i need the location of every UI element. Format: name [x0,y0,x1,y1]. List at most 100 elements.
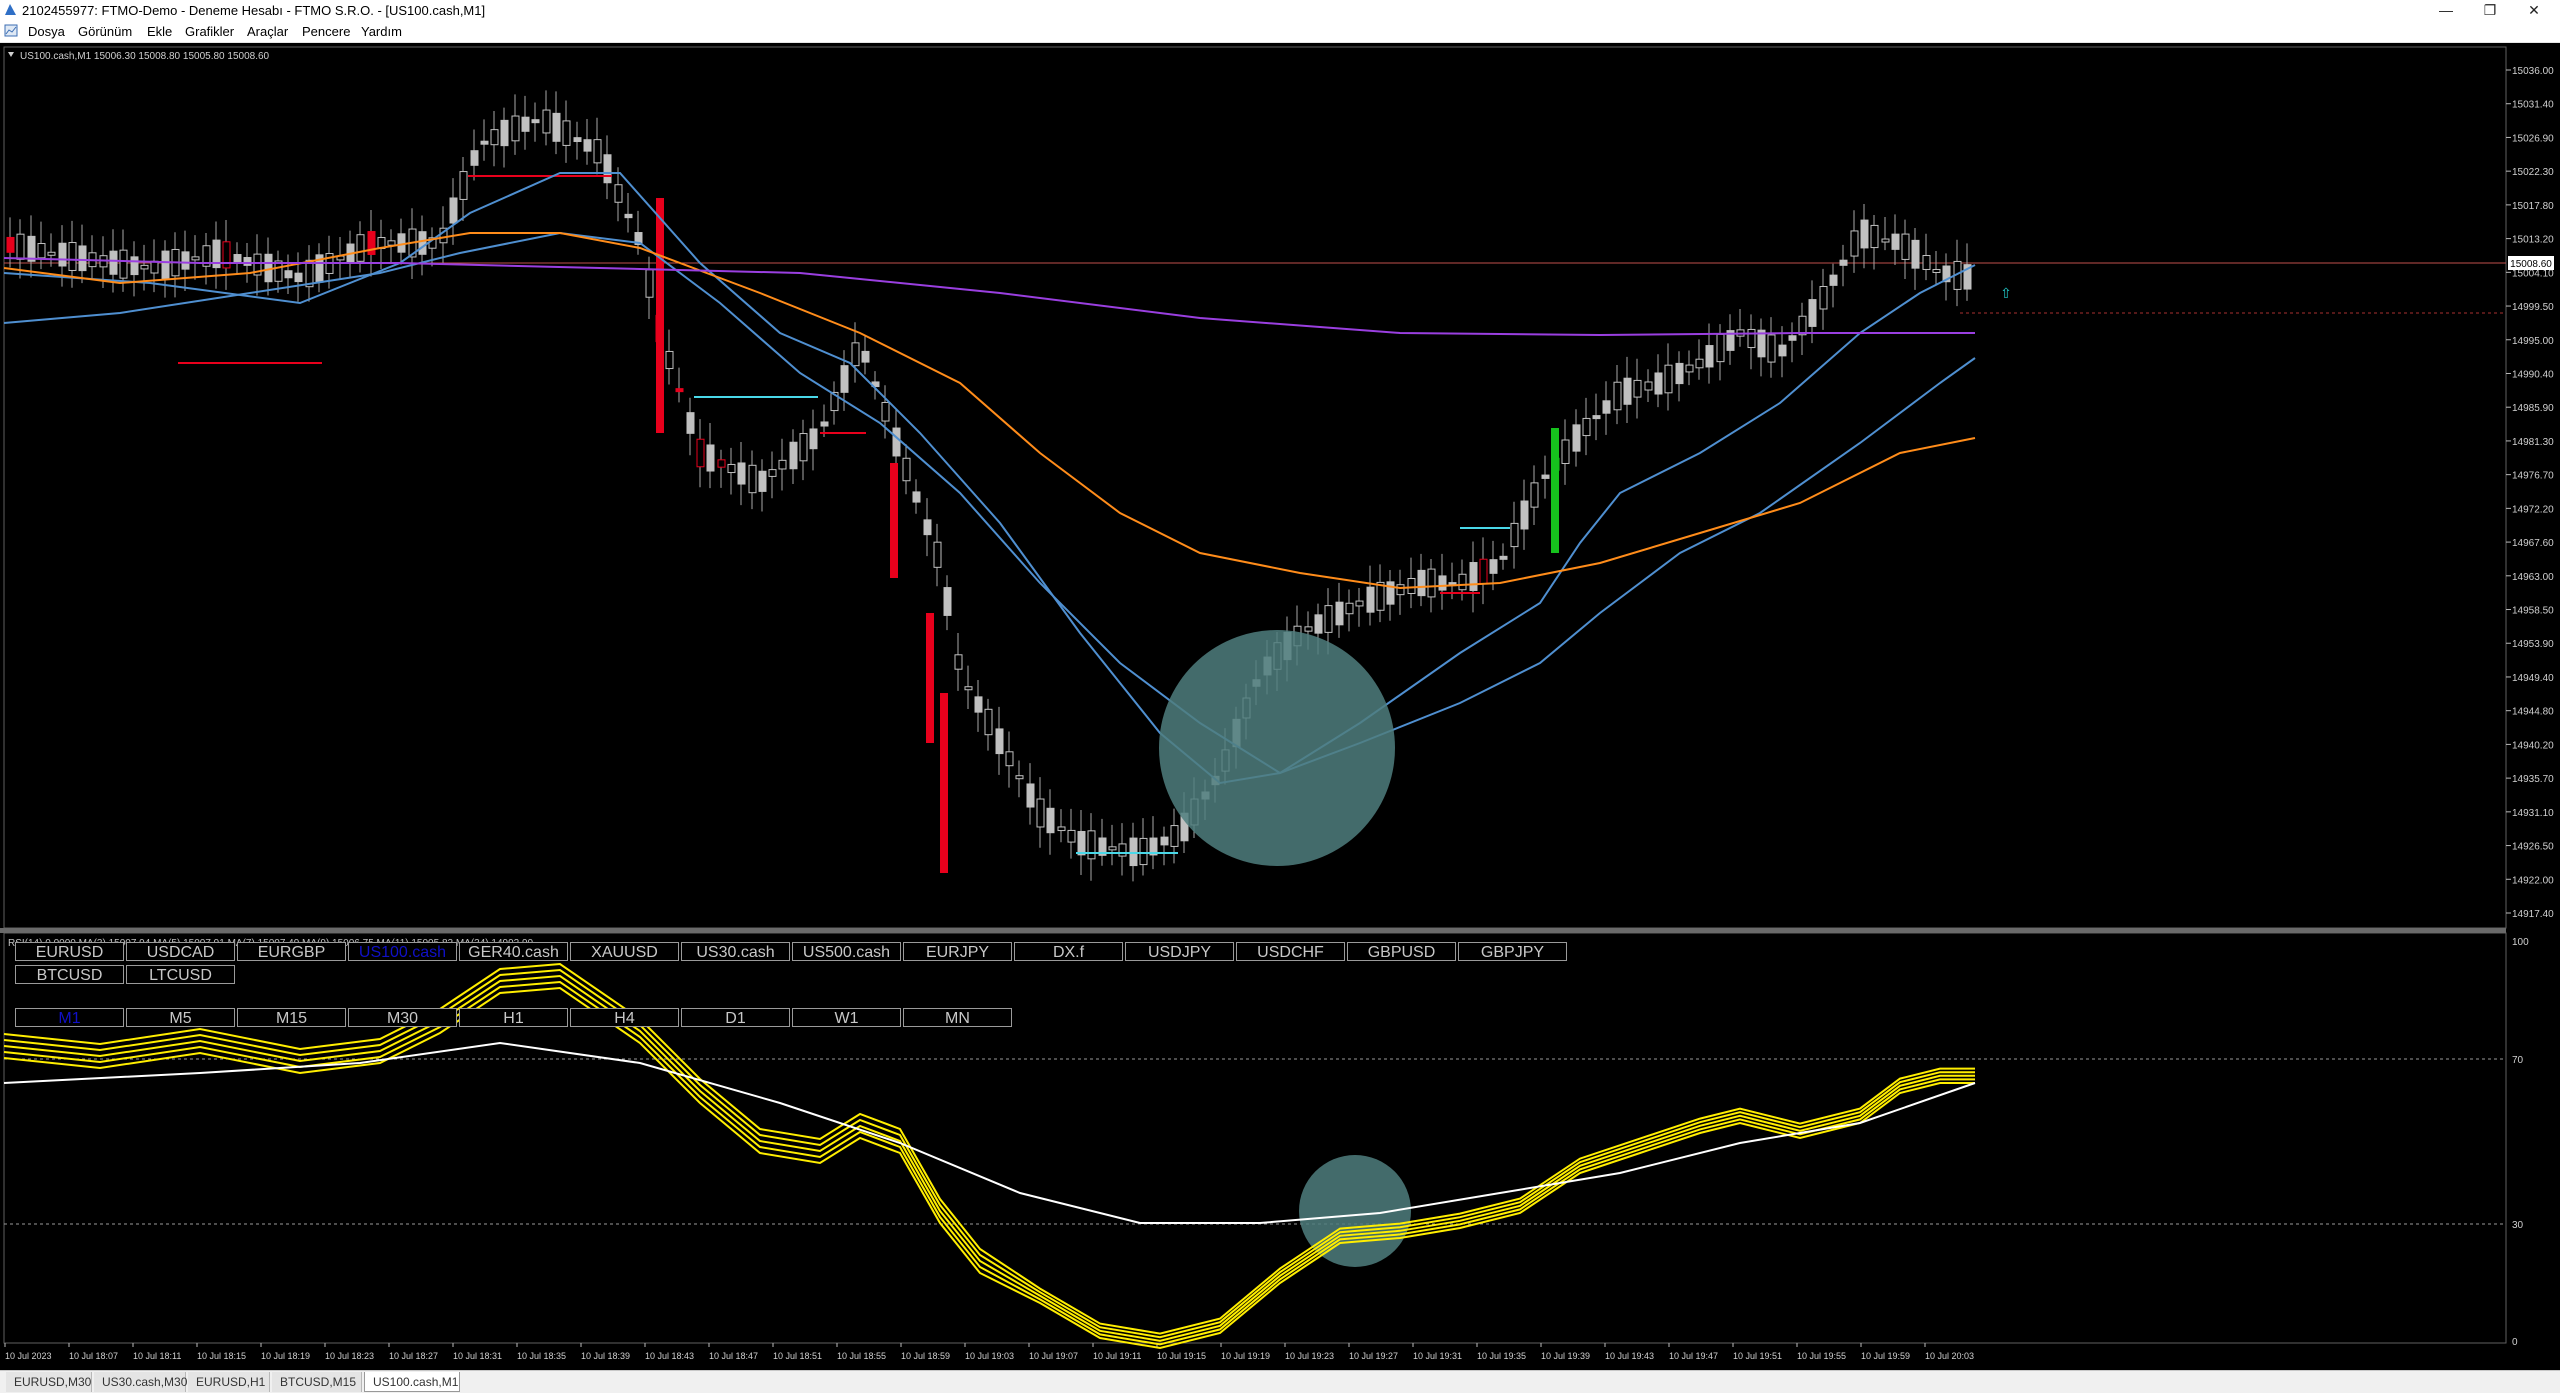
menu-insert[interactable]: Ekle [147,24,172,39]
timeframe-button-mn[interactable]: MN [903,1008,1012,1027]
chart-tab-btcusd-m15[interactable]: BTCUSD,M15 [272,1372,362,1392]
candle-body [593,139,602,164]
symbol-button-usdchf[interactable]: USDCHF [1236,942,1345,961]
current-price-label: 15008.60 [2510,259,2552,270]
price-label: 15013.20 [2512,235,2554,246]
rsi-level-label: 70 [2512,1055,2524,1066]
chart-tab-us30-cash-m30[interactable]: US30.cash,M30 [94,1372,187,1392]
candle-body [1036,798,1045,828]
candle-body [799,433,808,462]
timeframe-button-h1[interactable]: H1 [459,1008,568,1027]
candle-body [27,235,36,262]
symbol-button-dx-f[interactable]: DX.f [1014,942,1123,961]
symbol-button-eurjpy[interactable]: EURJPY [903,942,1012,961]
candle-body [500,119,509,147]
timeframe-button-d1[interactable]: D1 [681,1008,790,1027]
pane-splitter[interactable] [0,928,2506,933]
time-label: 10 Jul 19:39 [1541,1351,1590,1361]
candle-body [1469,562,1478,591]
candle-body [614,184,623,203]
candle-body [1839,259,1848,266]
price-label: 14963.00 [2512,572,2554,583]
chart-tab-us100-cash-m1[interactable]: US100.cash,M1 [364,1372,460,1392]
menu-window[interactable]: Pencere [302,24,350,39]
menu-help[interactable]: Yardım [361,24,402,39]
candle-body [1644,381,1653,391]
price-label: 14972.20 [2512,504,2554,515]
symbol-button-btcusd[interactable]: BTCUSD [15,965,124,984]
price-label: 14981.30 [2512,437,2554,448]
timeframe-button-m15[interactable]: M15 [237,1008,346,1027]
candle-body [1891,233,1900,250]
candle-body [923,519,932,536]
timeframe-button-m5[interactable]: M5 [126,1008,235,1027]
symbol-button-eurusd[interactable]: EURUSD [15,942,124,961]
candle-body [243,257,252,266]
candle-body [191,256,200,261]
bear-candle-highlight [926,613,934,743]
menu-view[interactable]: Görünüm [78,24,132,39]
symbol-button-eurgbp[interactable]: EURGBP [237,942,346,961]
price-label: 14926.50 [2512,842,2554,853]
candle-body [16,233,25,260]
candle-body [984,708,993,736]
chart-tab-eurusd-h1[interactable]: EURUSD,H1 [188,1372,270,1392]
candle-body [1077,830,1086,856]
candle-body [675,388,684,393]
price-label: 14985.90 [2512,403,2554,414]
candle-body [1005,751,1014,767]
menu-file[interactable]: Dosya [28,24,65,39]
symbol-button-us500-cash[interactable]: US500.cash [792,942,901,961]
candle-body [1664,364,1673,394]
symbol-button-usdcad[interactable]: USDCAD [126,942,235,961]
timeframe-button-m30[interactable]: M30 [348,1008,457,1027]
chart-tab-eurusd-m30[interactable]: EURUSD,M30 [6,1372,92,1392]
symbol-button-gbpusd[interactable]: GBPUSD [1347,942,1456,961]
close-button[interactable]: ✕ [2512,0,2556,20]
price-label: 15031.40 [2512,100,2554,111]
chart-canvas[interactable]: US100.cash,M1 15006.30 15008.80 15005.80… [0,43,2560,1370]
symbol-button-ger40-cash[interactable]: GER40.cash [459,942,568,961]
candle-body [943,587,952,616]
candle-body [1633,379,1642,398]
chart-window[interactable]: US100.cash,M1 15006.30 15008.80 15005.80… [0,43,2560,1370]
candle-body [974,696,983,713]
symbol-button-us100-cash[interactable]: US100.cash [348,942,457,961]
candle-body [954,654,963,670]
candle-body [37,243,46,259]
candle-body [696,438,705,468]
candle-body [1304,626,1313,632]
candle-body [1613,381,1622,411]
candle-body [1139,837,1148,866]
symbol-button-xauusd[interactable]: XAUUSD [570,942,679,961]
menu-tools[interactable]: Araçlar [247,24,288,39]
restore-button[interactable]: ❐ [2468,0,2512,20]
symbol-button-ltcusd[interactable]: LTCUSD [126,965,235,984]
timeframe-button-w1[interactable]: W1 [792,1008,901,1027]
symbol-button-us30-cash[interactable]: US30.cash [681,942,790,961]
timeframe-button-m1[interactable]: M1 [15,1008,124,1027]
candle-body [140,264,149,270]
candle-body [119,249,128,279]
minimize-button[interactable]: — [2424,0,2468,20]
candle-body [470,150,479,166]
candle-body [717,459,726,468]
symbol-button-usdjpy[interactable]: USDJPY [1125,942,1234,961]
time-label: 10 Jul 18:55 [837,1351,886,1361]
candle-body [490,129,499,146]
candle-body [1489,559,1498,574]
candle-body [1922,255,1931,270]
candle-body [789,441,798,470]
candle-body [1355,600,1364,607]
time-label: 10 Jul 18:39 [581,1351,630,1361]
price-label: 14935.70 [2512,774,2554,785]
app-icon [5,4,16,15]
candle-body [851,342,860,367]
time-label: 10 Jul 19:59 [1861,1351,1910,1361]
candle-body [1911,239,1920,269]
symbol-button-gbpjpy[interactable]: GBPJPY [1458,942,1567,961]
candle-body [1685,364,1694,373]
timeframe-button-h4[interactable]: H4 [570,1008,679,1027]
candle-body [583,139,592,152]
menu-charts[interactable]: Grafikler [185,24,234,39]
